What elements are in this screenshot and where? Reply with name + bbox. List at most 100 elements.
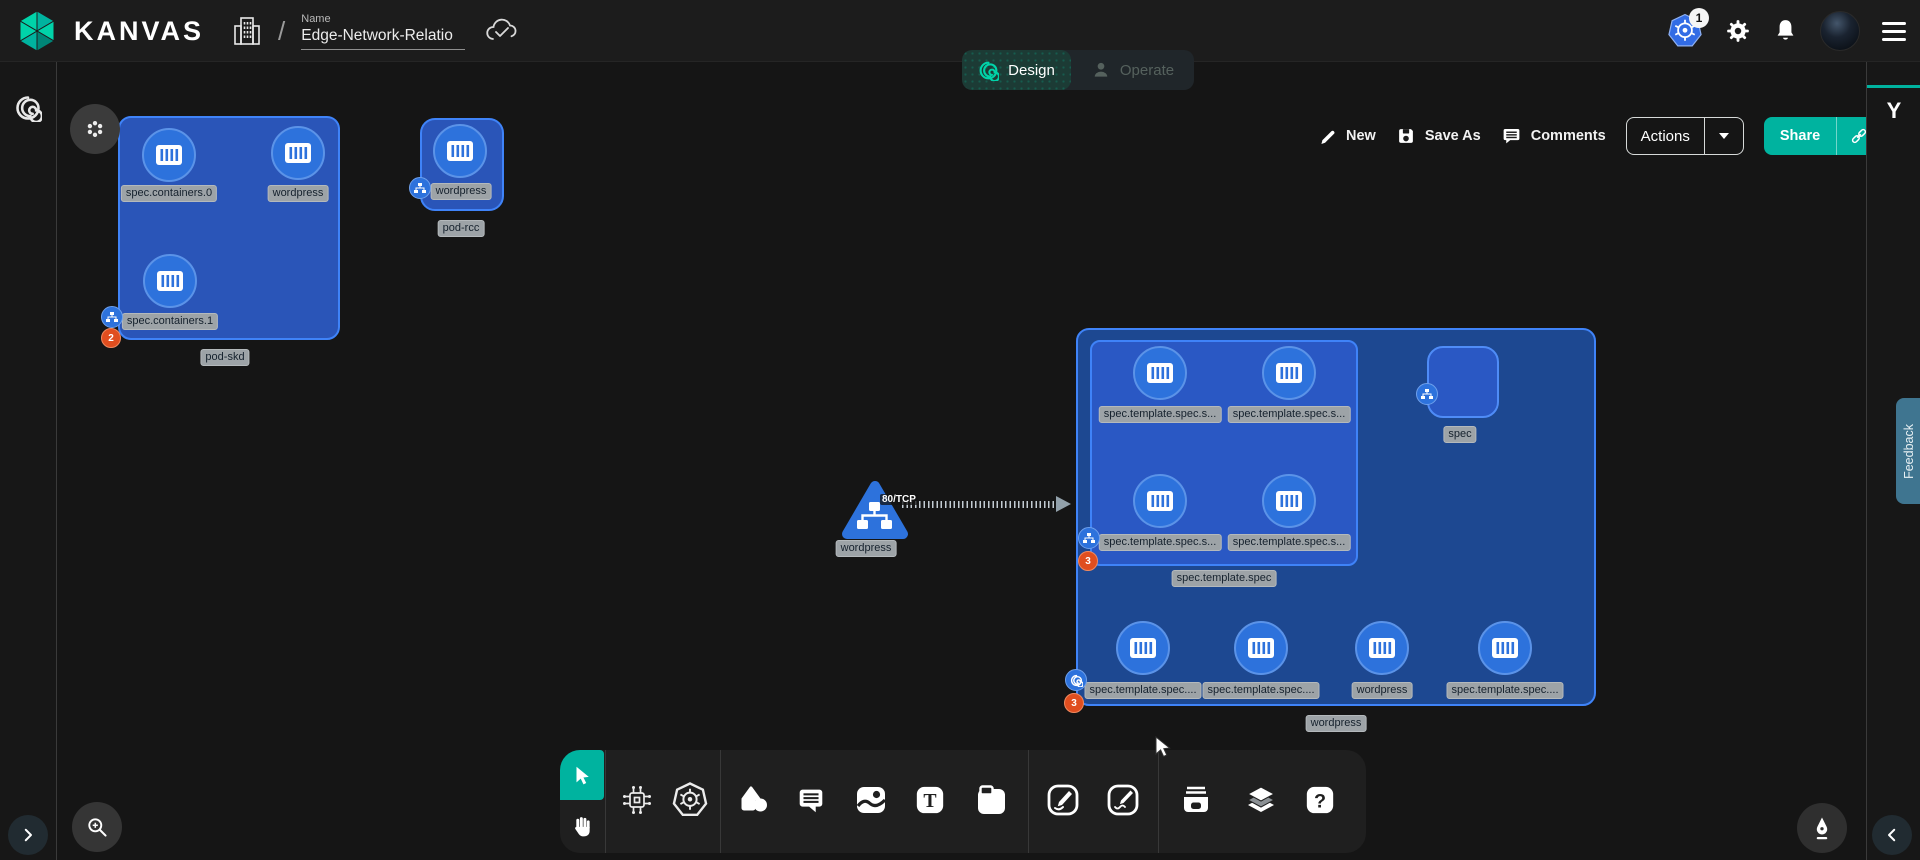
zoom-button[interactable] xyxy=(72,802,122,852)
tool-note[interactable] xyxy=(972,781,1010,819)
node-label: spec.template.spec.s... xyxy=(1228,406,1351,423)
tool-drawer[interactable] xyxy=(1177,781,1215,819)
node-container[interactable] xyxy=(433,124,487,178)
design-name-input[interactable]: Edge-Network-Relatio xyxy=(301,27,465,50)
toolbar-divider xyxy=(1158,750,1159,853)
node-label: wordpress xyxy=(836,540,897,557)
new-label: New xyxy=(1346,128,1376,144)
menu-hamburger-icon[interactable] xyxy=(1882,22,1906,41)
container-icon xyxy=(1146,489,1174,513)
count-badge[interactable]: 3 xyxy=(1064,693,1084,713)
kanvas-logo-icon[interactable] xyxy=(16,9,58,53)
shapes-icon xyxy=(736,784,770,816)
node-service-wordpress[interactable] xyxy=(840,478,910,542)
hierarchy-badge[interactable] xyxy=(1416,383,1438,405)
hierarchy-badge[interactable] xyxy=(101,306,123,328)
service-triangle-icon xyxy=(840,478,910,542)
comments-button[interactable]: Comments xyxy=(1501,126,1606,147)
node-container[interactable] xyxy=(1133,474,1187,528)
right-rail-accent xyxy=(1867,85,1920,88)
hierarchy-badge[interactable] xyxy=(1078,527,1100,549)
user-avatar[interactable] xyxy=(1820,11,1860,51)
drawer-icon xyxy=(1179,784,1213,816)
node-container[interactable] xyxy=(1262,474,1316,528)
node-label: spec.containers.1 xyxy=(122,313,218,330)
container-icon xyxy=(1368,636,1396,660)
node-label: spec xyxy=(1443,426,1476,443)
feedback-tab[interactable]: Feedback xyxy=(1896,398,1920,504)
share-label[interactable]: Share xyxy=(1764,117,1836,155)
node-container[interactable] xyxy=(1355,621,1409,675)
group-label: wordpress xyxy=(1306,715,1367,732)
node-container[interactable] xyxy=(142,128,196,182)
settings-gear-icon[interactable] xyxy=(1725,18,1751,44)
cursor-icon xyxy=(571,764,593,786)
node-container[interactable] xyxy=(143,254,197,308)
image-icon xyxy=(854,784,888,816)
tool-image[interactable] xyxy=(852,781,890,819)
design-name-field[interactable]: Name Edge-Network-Relatio xyxy=(301,13,465,50)
toolbar-divider xyxy=(605,750,606,853)
tool-component-browser[interactable] xyxy=(618,781,656,819)
group-label: pod-skd xyxy=(200,349,249,366)
snowflake-icon xyxy=(85,119,105,139)
hierarchy-icon xyxy=(1421,389,1433,400)
actions-dropdown-toggle[interactable] xyxy=(1704,118,1743,154)
sync-spiral-icon[interactable] xyxy=(14,94,42,122)
pencil-new-icon xyxy=(1318,127,1337,146)
group-actions-button[interactable] xyxy=(70,104,120,154)
tab-design-label: Design xyxy=(1008,62,1055,79)
zoom-in-magnifier-icon xyxy=(85,815,109,839)
edge-service-to-deployment[interactable] xyxy=(902,501,1060,508)
group-label: spec.template.spec xyxy=(1172,570,1277,587)
node-label: wordpress xyxy=(431,183,492,200)
tool-help[interactable]: ? xyxy=(1301,781,1339,819)
group-spec-template-spec[interactable] xyxy=(1090,340,1358,566)
tool-shapes[interactable] xyxy=(734,781,772,819)
node-container[interactable] xyxy=(1234,621,1288,675)
tool-kubernetes[interactable] xyxy=(671,781,709,819)
tool-layers[interactable] xyxy=(1242,781,1280,819)
share-split-button[interactable]: Share xyxy=(1764,117,1881,155)
save-as-button[interactable]: Save As xyxy=(1396,126,1481,146)
tab-design[interactable]: Design xyxy=(962,50,1071,90)
hierarchy-badge[interactable] xyxy=(409,177,431,199)
collapse-right-panel-button[interactable] xyxy=(1872,815,1912,855)
actions-split-button[interactable]: Actions xyxy=(1626,117,1744,155)
tool-text[interactable]: T xyxy=(911,781,949,819)
node-container[interactable] xyxy=(271,126,325,180)
tool-pen[interactable] xyxy=(1044,781,1082,819)
kanvas-app: KANVAS / Name Edge-Network-Relatio xyxy=(0,0,1920,860)
edge-port-label: 80/TCP xyxy=(880,494,918,505)
node-container[interactable] xyxy=(1133,346,1187,400)
node-container[interactable] xyxy=(1116,621,1170,675)
spiral-badge[interactable] xyxy=(1065,669,1087,691)
operate-person-icon xyxy=(1091,60,1111,80)
pen-icon xyxy=(1046,783,1080,817)
node-container[interactable] xyxy=(1478,621,1532,675)
organization-icon[interactable] xyxy=(232,14,262,48)
notifications-bell-icon[interactable] xyxy=(1773,18,1798,45)
chevron-right-icon xyxy=(19,826,37,844)
tool-pencil[interactable] xyxy=(1104,781,1142,819)
mode-tabs: Design Operate xyxy=(962,50,1194,90)
tab-operate[interactable]: Operate xyxy=(1071,50,1194,90)
actions-label[interactable]: Actions xyxy=(1627,118,1704,154)
new-button[interactable]: New xyxy=(1318,127,1376,146)
count-badge[interactable]: 3 xyxy=(1078,551,1098,571)
kubernetes-context-button[interactable]: 1 xyxy=(1667,13,1703,49)
node-spec[interactable] xyxy=(1427,346,1499,418)
edge-arrowhead-icon xyxy=(1056,496,1071,512)
count-badge[interactable]: 2 xyxy=(101,328,121,348)
layers-icon xyxy=(1244,784,1278,816)
question-mark-icon: ? xyxy=(1304,784,1336,816)
yaml-toggle[interactable]: Y xyxy=(1867,98,1920,124)
node-label: wordpress xyxy=(1352,682,1413,699)
tool-comment[interactable] xyxy=(792,781,830,819)
expand-left-panel-button[interactable] xyxy=(8,815,48,855)
tool-pan[interactable] xyxy=(563,804,601,848)
container-icon xyxy=(446,139,474,163)
node-container[interactable] xyxy=(1262,346,1316,400)
ink-pen-button[interactable] xyxy=(1797,803,1847,853)
tool-select[interactable] xyxy=(560,750,604,800)
